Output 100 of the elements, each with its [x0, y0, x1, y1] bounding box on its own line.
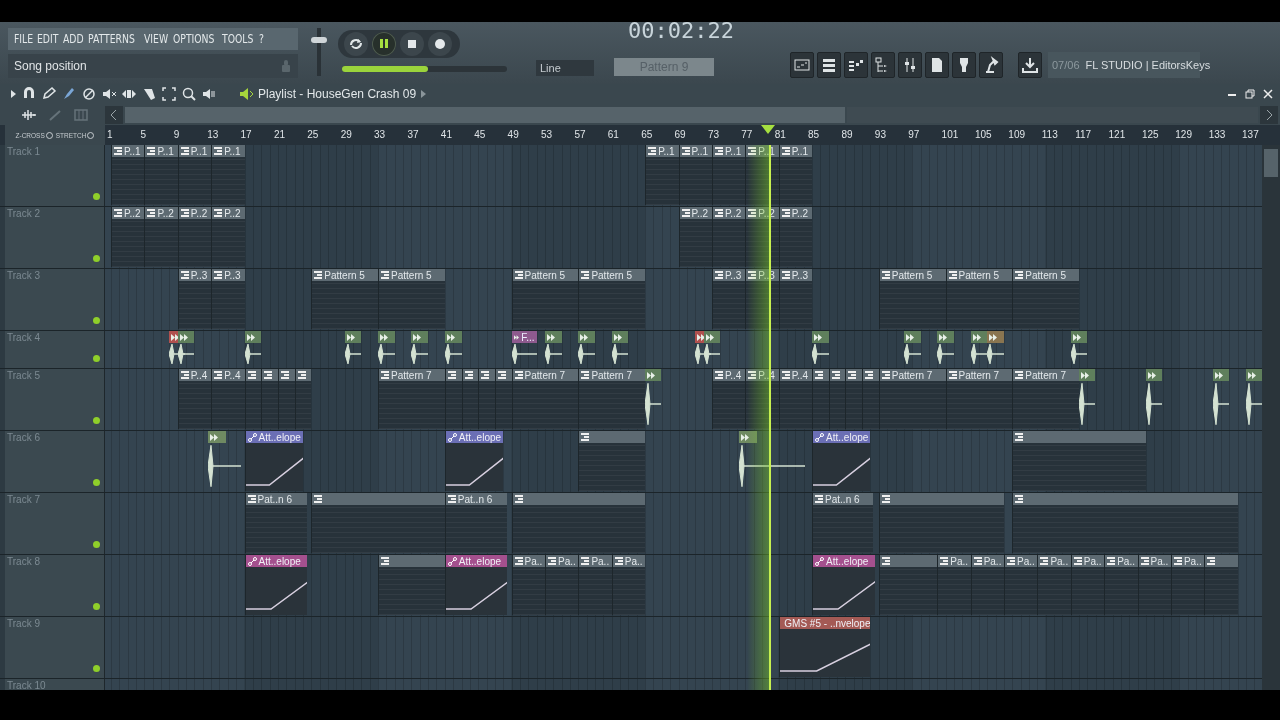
audio-clip[interactable]	[937, 331, 954, 367]
audio-clip[interactable]	[244, 331, 262, 367]
audio-clip[interactable]	[903, 331, 921, 367]
track-header[interactable]: Track 10	[5, 679, 105, 690]
song-position-input[interactable]: Song position	[14, 59, 214, 73]
track-header[interactable]: Track 9	[5, 617, 105, 678]
pattern-clip[interactable]: P..2	[678, 207, 712, 267]
pencil-tool[interactable]	[41, 86, 57, 102]
slice-tool[interactable]	[141, 86, 157, 102]
pattern-clip[interactable]: P..3	[711, 269, 746, 329]
pattern-clip[interactable]: Pa..	[1104, 555, 1138, 615]
pattern-clip[interactable]	[1012, 493, 1238, 553]
pattern-clip[interactable]: P..2	[711, 207, 746, 267]
mute-led[interactable]	[93, 479, 100, 486]
menu-item[interactable]: PATTERNS	[88, 32, 135, 46]
pattern-clip[interactable]: Pat..n 6	[812, 493, 873, 553]
loop-button[interactable]	[344, 32, 368, 56]
mute-led[interactable]	[93, 541, 100, 548]
mixer-button[interactable]	[898, 52, 922, 78]
pattern-clip[interactable]: Pa..	[578, 555, 612, 615]
track-header[interactable]: Track 5	[5, 369, 105, 430]
browser-button[interactable]	[871, 52, 895, 78]
pattern-clip[interactable]	[878, 555, 938, 615]
download-button[interactable]	[1018, 52, 1042, 78]
pattern-clip[interactable]: Pa..	[611, 555, 646, 615]
automation-clip[interactable]: Att..elope	[812, 431, 871, 491]
pattern-clip[interactable]: Pattern 5	[1012, 269, 1080, 329]
pattern-clip[interactable]: P..2	[144, 207, 178, 267]
automation-clip[interactable]: Att..elope	[444, 431, 504, 491]
audio-clip[interactable]	[987, 331, 1004, 367]
audio-clip[interactable]	[812, 331, 829, 367]
pattern-clip[interactable]	[862, 369, 879, 429]
pattern-clip[interactable]: P..2	[111, 207, 145, 267]
pattern-clip[interactable]	[311, 493, 445, 553]
pattern-clip[interactable]: Pa..	[1004, 555, 1038, 615]
document-button[interactable]	[925, 52, 949, 78]
pattern-clip[interactable]: Pa..	[511, 555, 545, 615]
pattern-clip[interactable]: P..2	[177, 207, 212, 267]
menu-item[interactable]: FILE	[14, 32, 34, 46]
pattern-clip[interactable]	[478, 369, 495, 429]
pattern-clip[interactable]: Pattern 7	[378, 369, 445, 429]
pattern-clip[interactable]: Pattern 5	[578, 269, 646, 329]
pattern-clip[interactable]: P..1	[678, 145, 712, 205]
stop-button[interactable]	[400, 32, 424, 56]
pattern-clip[interactable]: P..3	[778, 269, 813, 329]
scrollbar-thumb[interactable]	[1264, 149, 1278, 177]
pattern-clip[interactable]: Pa..	[1037, 555, 1071, 615]
brush-tool[interactable]	[61, 86, 77, 102]
pattern-clip[interactable]: P..3	[177, 269, 212, 329]
mute-led[interactable]	[93, 317, 100, 324]
pattern-clip[interactable]: P..4	[177, 369, 212, 429]
pattern-clip[interactable]: P..4	[711, 369, 746, 429]
pattern-clip[interactable]: Pattern 7	[945, 369, 1013, 429]
pattern-clip[interactable]: Pat..n 6	[444, 493, 508, 553]
vertical-scrollbar[interactable]	[1262, 145, 1280, 690]
audio-clip[interactable]	[970, 331, 988, 367]
record-button[interactable]	[428, 32, 452, 56]
pitch-slider[interactable]	[342, 66, 507, 72]
pattern-clip[interactable]: Pa..	[1170, 555, 1205, 615]
automation-clip[interactable]: Att..elope	[444, 555, 508, 615]
track-header[interactable]: Track 2	[5, 207, 105, 268]
pattern-clip[interactable]: Pa..	[937, 555, 971, 615]
pattern-clip[interactable]: P..2	[211, 207, 245, 267]
desk-lamp-button[interactable]	[979, 52, 1003, 78]
automation-clip[interactable]: Att..elope	[244, 431, 303, 491]
timeline-ruler[interactable]: 1 5 9 13 17 21 25 29 33 37 41 45 49 53 57 61 65 69 73 77 81 85 89 93 97 101 105 109 113 117 121 125 129 133 137	[105, 125, 1280, 145]
pattern-clip[interactable]: P..1	[211, 145, 245, 205]
pattern-clip[interactable]: P..1	[778, 145, 813, 205]
playlist-button[interactable]	[790, 52, 814, 78]
audio-clip[interactable]	[1070, 331, 1087, 367]
scrollbar-thumb[interactable]	[125, 106, 845, 123]
track-header[interactable]: Track 6	[5, 431, 105, 492]
mute-led[interactable]	[93, 603, 100, 610]
track-header[interactable]: Track 1	[5, 145, 105, 206]
pattern-clip[interactable]: Pa..	[1137, 555, 1171, 615]
pattern-clip[interactable]: P..1	[144, 145, 178, 205]
select-tool[interactable]	[161, 86, 177, 102]
pattern-clip[interactable]: Pattern 5	[945, 269, 1013, 329]
pause-button[interactable]	[372, 32, 396, 56]
pattern-clip[interactable]: P..1	[111, 145, 145, 205]
pattern-clip[interactable]: Pattern 7	[1012, 369, 1080, 429]
pattern-clip[interactable]: Pattern 7	[878, 369, 946, 429]
pattern-clip[interactable]	[812, 369, 829, 429]
audio-clip[interactable]	[378, 331, 395, 367]
pattern-clip[interactable]: P..1	[645, 145, 679, 205]
audio-clip[interactable]	[611, 331, 629, 367]
pattern-clip[interactable]	[578, 431, 646, 491]
audio-clip[interactable]	[344, 331, 362, 367]
restore-button[interactable]	[1244, 86, 1256, 102]
audio-clip[interactable]	[578, 331, 596, 367]
pattern-clip[interactable]	[878, 493, 1004, 553]
menu-item[interactable]: ADD	[63, 32, 84, 46]
pattern-clip[interactable]: Pattern 5	[878, 269, 946, 329]
delete-tool[interactable]	[81, 86, 97, 102]
audio-clip[interactable]	[177, 331, 194, 367]
automation-clip[interactable]: Att..elope	[812, 555, 875, 615]
speaker-tool[interactable]	[201, 86, 217, 102]
audio-clip[interactable]	[444, 331, 462, 367]
zoom-tool[interactable]	[181, 86, 197, 102]
pattern-clip[interactable]	[511, 493, 646, 553]
